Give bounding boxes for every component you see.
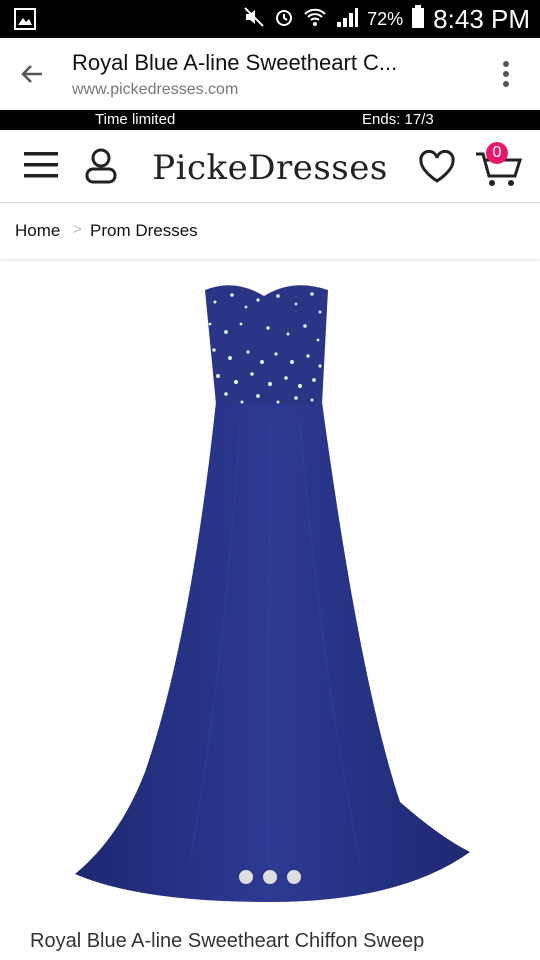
status-bar: 72% 8:43 PM <box>0 0 540 38</box>
breadcrumb: Home > Prom Dresses <box>0 203 540 259</box>
carousel-dot[interactable] <box>239 870 253 884</box>
promo-banner: Time limited Ends: 17/3 <box>0 110 540 130</box>
product-image[interactable] <box>0 262 540 912</box>
breadcrumb-category[interactable]: Prom Dresses <box>90 221 198 241</box>
back-arrow-icon[interactable] <box>18 60 46 93</box>
clock: 8:43 PM <box>433 3 530 34</box>
page-url[interactable]: www.pickedresses.com <box>72 81 238 99</box>
page-title: Royal Blue A-line Sweetheart C... <box>72 50 398 75</box>
wifi-icon <box>303 6 327 33</box>
carousel-dots <box>0 870 540 884</box>
battery-percent: 72% <box>367 8 404 29</box>
promo-label: Time limited <box>95 111 176 128</box>
mute-icon <box>243 6 265 33</box>
product-title: Royal Blue A-line Sweetheart Chiffon Swe… <box>30 930 425 952</box>
gallery-notification-icon <box>14 8 36 35</box>
wishlist-heart-icon[interactable] <box>418 149 456 189</box>
site-header: PickeDresses <box>0 130 540 203</box>
battery-icon <box>411 4 425 34</box>
carousel-dot[interactable] <box>263 870 277 884</box>
browser-toolbar: Royal Blue A-line Sweetheart C... www.pi… <box>0 38 540 110</box>
cart-count-badge: 0 <box>486 142 508 164</box>
breadcrumb-separator: > <box>73 221 82 238</box>
carousel-dot[interactable] <box>287 870 301 884</box>
more-options-icon[interactable] <box>502 60 510 93</box>
alarm-icon <box>273 6 295 33</box>
signal-icon <box>335 6 359 33</box>
promo-end-date: Ends: 17/3 <box>362 111 434 128</box>
site-logo[interactable]: PickeDresses <box>0 148 540 188</box>
breadcrumb-home[interactable]: Home <box>15 221 60 241</box>
